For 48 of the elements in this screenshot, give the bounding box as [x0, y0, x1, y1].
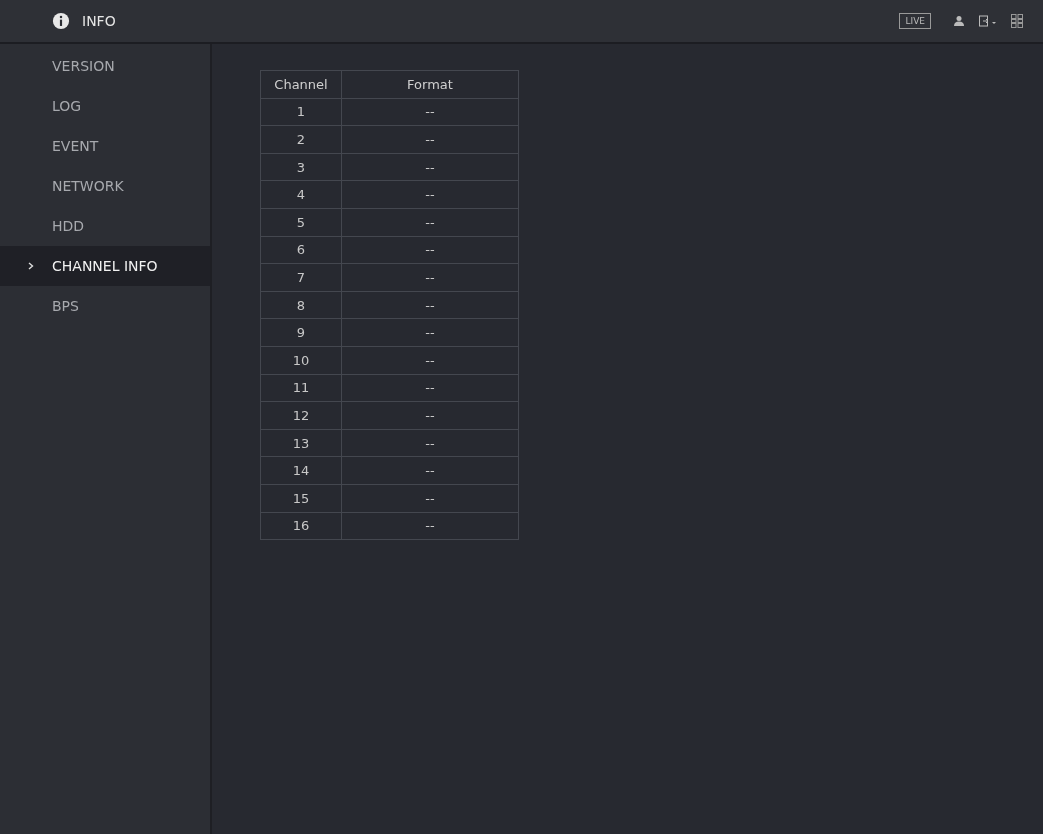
table-cell: 13: [260, 429, 342, 457]
table-cell: 8: [260, 291, 342, 319]
table-cell: 6: [260, 236, 342, 264]
table-cell: 12: [260, 401, 342, 430]
chevron-icon: [28, 262, 34, 270]
grid-icon[interactable]: [1011, 14, 1023, 28]
table-cell: 10: [260, 346, 342, 375]
table-cell: 15: [260, 484, 342, 512]
table-cell: 9: [260, 318, 342, 347]
sidebar-item[interactable]: EVENT: [0, 126, 210, 166]
table-cell: --: [341, 318, 519, 347]
page-title: INFO: [82, 13, 116, 29]
user-icon[interactable]: [953, 15, 965, 27]
table-cell: 2: [260, 125, 342, 154]
table-cell: --: [341, 263, 519, 292]
table-cell: --: [341, 401, 519, 430]
column-header: Format: [341, 70, 519, 99]
live-button[interactable]: LIVE: [899, 13, 931, 29]
column-header: Channel: [260, 70, 342, 99]
table-cell: --: [341, 374, 519, 402]
table-cell: --: [341, 291, 519, 319]
table-cell: --: [341, 208, 519, 237]
table-cell: --: [341, 153, 519, 181]
sidebar-item[interactable]: CHANNEL INFO: [0, 246, 210, 286]
info-icon: [52, 12, 70, 30]
table-cell: 5: [260, 208, 342, 237]
table-cell: --: [341, 484, 519, 512]
table-cell: --: [341, 125, 519, 154]
table-cell: --: [341, 456, 519, 485]
table-cell: --: [341, 236, 519, 264]
table-cell: --: [341, 346, 519, 375]
table-cell: --: [341, 180, 519, 209]
logout-icon[interactable]: [979, 15, 997, 27]
table-cell: 16: [260, 512, 342, 540]
sidebar-item[interactable]: NETWORK: [0, 166, 210, 206]
table-cell: 11: [260, 374, 342, 402]
table-cell: 14: [260, 456, 342, 485]
sidebar-item[interactable]: VERSION: [0, 46, 210, 86]
table-cell: 3: [260, 153, 342, 181]
sidebar-item[interactable]: LOG: [0, 86, 210, 126]
table-cell: --: [341, 429, 519, 457]
table-cell: 1: [260, 98, 342, 126]
table-cell: --: [341, 98, 519, 126]
sidebar-item[interactable]: BPS: [0, 286, 210, 326]
table-cell: --: [341, 512, 519, 540]
table-cell: 4: [260, 180, 342, 209]
sidebar-item[interactable]: HDD: [0, 206, 210, 246]
table-cell: 7: [260, 263, 342, 292]
